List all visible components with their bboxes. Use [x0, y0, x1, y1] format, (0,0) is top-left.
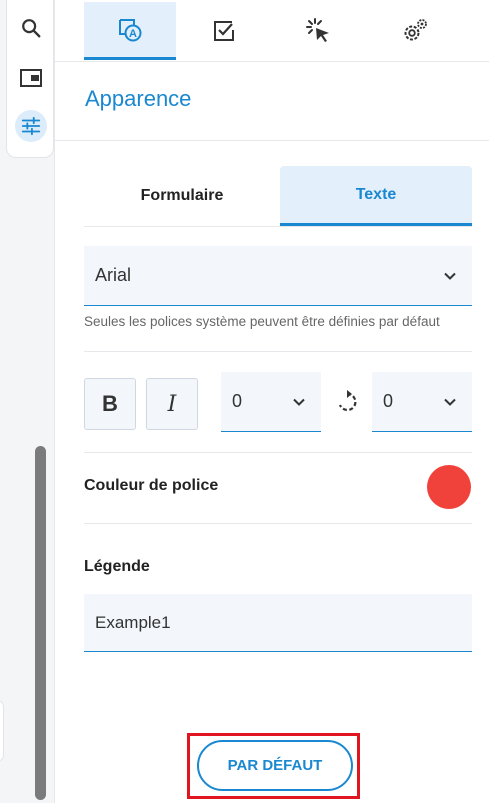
chevron-down-icon	[444, 398, 456, 406]
rail-panel-button[interactable]	[15, 62, 47, 94]
chevron-down-icon	[444, 272, 456, 280]
font-size-select[interactable]: 0	[221, 372, 321, 432]
rail-search-button[interactable]	[15, 12, 47, 44]
tab-appearance[interactable]: A	[84, 2, 176, 60]
tab-settings[interactable]	[369, 2, 461, 60]
section-title: Apparence	[85, 86, 192, 111]
italic-button[interactable]: I	[146, 378, 198, 430]
appearance-icon: A	[119, 18, 142, 41]
sliders-icon	[21, 116, 41, 136]
tab-text[interactable]: Texte	[280, 166, 472, 226]
font-family-select[interactable]: Arial	[84, 246, 472, 306]
rail-sliders-button[interactable]	[15, 110, 47, 142]
rotation-value: 0	[383, 391, 394, 411]
font-family-value: Arial	[95, 265, 132, 285]
legend-label: Légende	[84, 558, 150, 575]
legend-input[interactable]	[84, 594, 472, 652]
checkbox-icon	[214, 21, 234, 41]
chevron-down-icon	[293, 398, 305, 406]
font-size-value: 0	[232, 391, 243, 411]
divider	[84, 452, 472, 453]
collapsed-panel-edge	[0, 700, 4, 762]
panel-divider	[54, 0, 55, 803]
rail-toolbar	[6, 0, 54, 158]
rotate-icon	[338, 390, 357, 412]
search-icon	[22, 19, 41, 38]
panel-icon	[20, 69, 42, 87]
svg-text:A: A	[129, 28, 137, 40]
divider	[84, 226, 472, 227]
left-rail	[0, 0, 54, 803]
tab-form[interactable]: Formulaire	[84, 166, 280, 226]
default-button[interactable]: PAR DÉFAUT	[197, 740, 353, 791]
tab-checkbox[interactable]	[178, 2, 270, 60]
font-hint: Seules les polices système peuvent être …	[84, 314, 440, 329]
divider	[84, 351, 472, 352]
rotation-select[interactable]: 0	[372, 372, 472, 432]
font-color-swatch[interactable]	[427, 465, 471, 509]
top-tab-bar: A	[55, 0, 489, 62]
settings-icon	[404, 19, 427, 41]
divider	[84, 523, 472, 524]
bold-button[interactable]: B	[84, 378, 136, 430]
font-color-label: Couleur de police	[84, 477, 219, 494]
tab-click[interactable]	[273, 2, 365, 60]
click-icon	[306, 18, 329, 42]
scrollbar-thumb[interactable]	[35, 446, 46, 800]
divider	[55, 140, 489, 141]
